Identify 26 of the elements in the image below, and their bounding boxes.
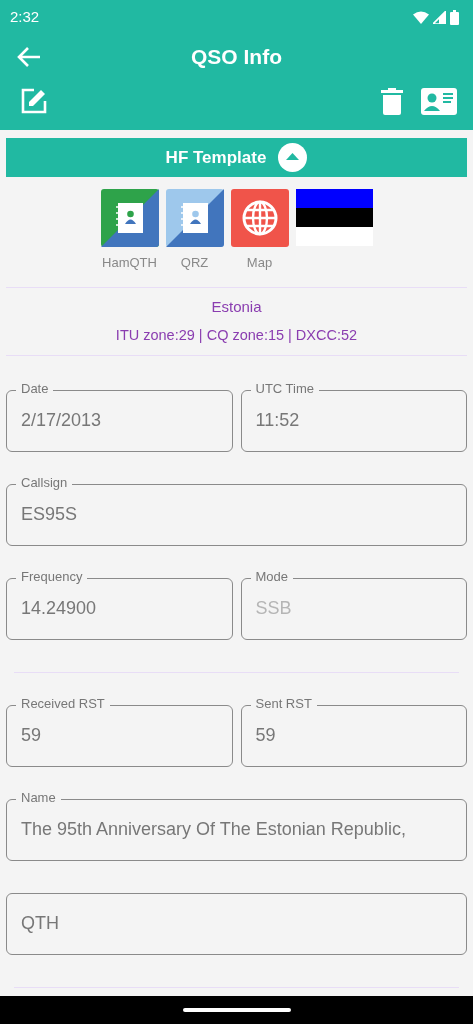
wifi-icon [413,10,429,24]
lookup-label: QRZ [180,254,209,272]
contact-card-button[interactable] [421,87,457,115]
back-button[interactable] [16,46,42,68]
signal-icon [433,10,446,24]
template-toggle[interactable]: HF Template [6,138,467,177]
screen-title: QSO Info [190,44,283,71]
globe-icon[interactable] [230,189,289,247]
home-handle[interactable] [182,1008,291,1012]
edit-icon [20,87,48,115]
country-name: Estonia [210,296,263,317]
address-book-icon[interactable] [165,189,224,247]
collapse-icon [278,143,308,172]
address-book-icon[interactable] [100,189,159,247]
delete-button[interactable] [381,87,403,115]
lookup-label: HamQTH [102,254,157,272]
clock-time: 2:32 [10,6,40,27]
back-arrow-icon [16,46,42,68]
lookup-label: Map [246,254,273,272]
flag-icon [295,189,373,246]
contact-card-icon [421,87,457,115]
trash-icon [381,87,403,115]
text-field[interactable]: QTH [6,892,467,955]
battery-icon [450,9,459,25]
edit-button[interactable] [20,87,48,115]
zone-info: ITU zone:29 | CQ zone:15 | DXCC:52 [114,326,359,345]
